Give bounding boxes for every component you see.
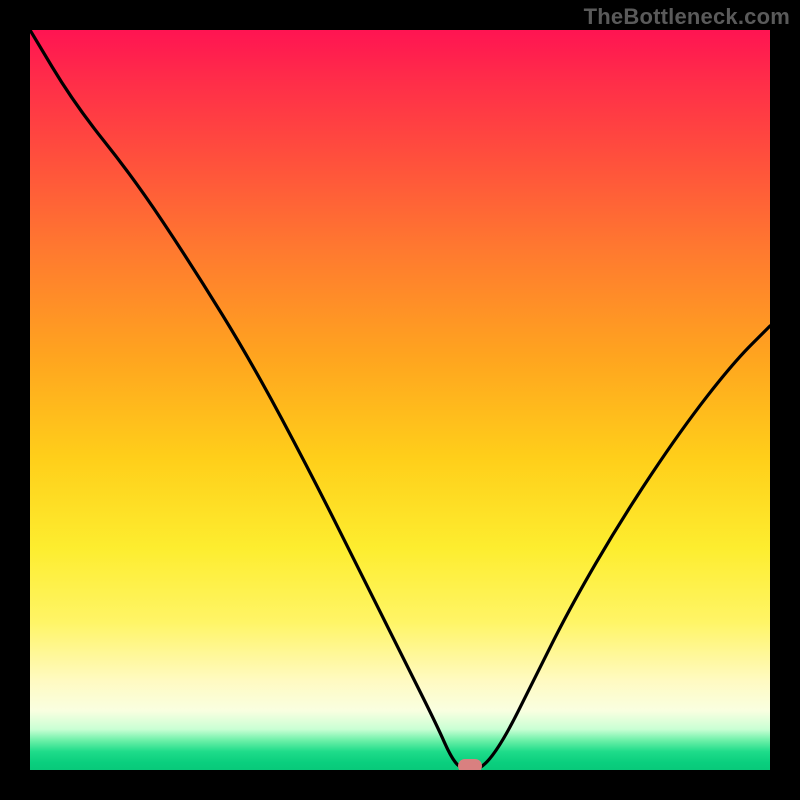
optimal-point-marker [458, 759, 482, 770]
plot-area [30, 30, 770, 770]
curve-path [30, 30, 770, 770]
watermark-text: TheBottleneck.com [584, 4, 790, 30]
chart-frame: TheBottleneck.com [0, 0, 800, 800]
bottleneck-curve [30, 30, 770, 770]
